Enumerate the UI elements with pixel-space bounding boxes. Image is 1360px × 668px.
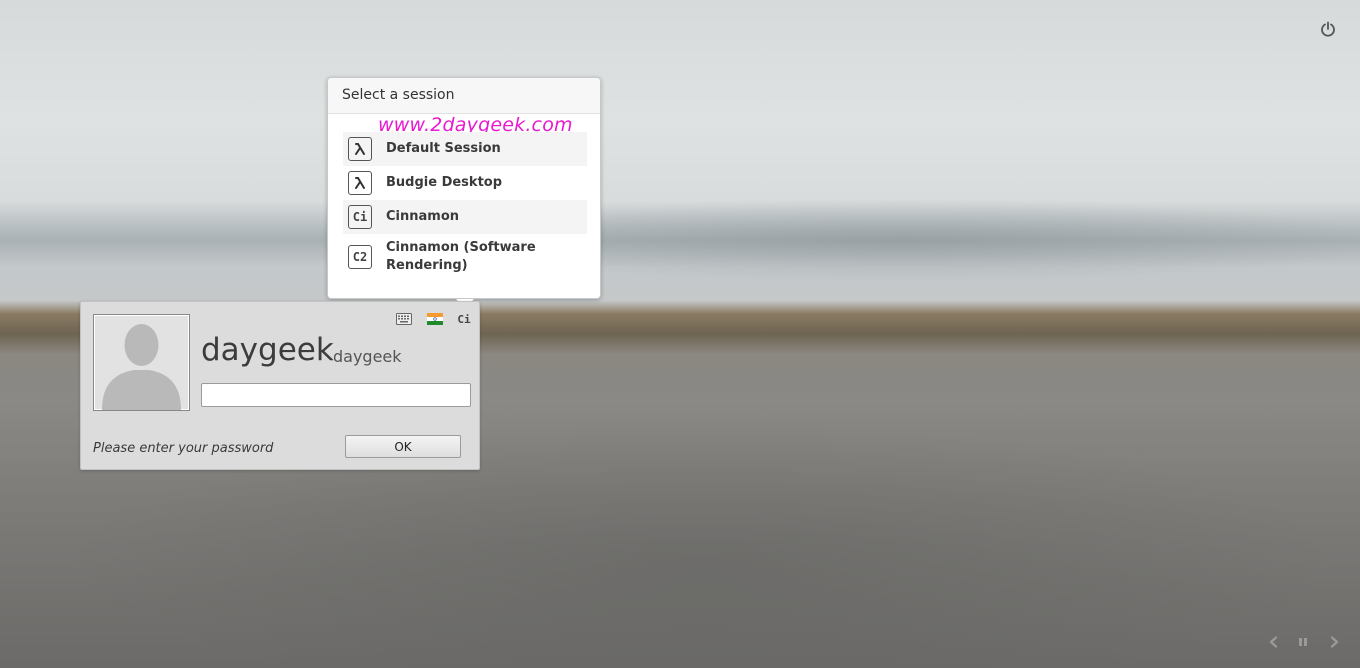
login-box: Ci daygeek daygeek Please enter your pas… <box>80 301 480 470</box>
session-item-default[interactable]: Default Session <box>343 132 587 166</box>
session-item-cinnamon-software[interactable]: C2 Cinnamon (Software Rendering) <box>343 234 587 280</box>
popup-title: Select a session <box>328 78 600 114</box>
session-label: Cinnamon <box>386 209 460 224</box>
next-button[interactable] <box>1326 634 1342 650</box>
session-label: Cinnamon (Software Rendering) <box>386 240 536 273</box>
cinnamon-icon: Ci <box>348 205 372 229</box>
session-label: Default Session <box>386 141 501 156</box>
keyboard-indicator[interactable] <box>395 311 413 327</box>
ok-button[interactable]: OK <box>345 435 461 458</box>
previous-button[interactable] <box>1266 634 1282 650</box>
power-button[interactable] <box>1318 19 1338 39</box>
power-icon <box>1321 21 1335 37</box>
pause-icon <box>1299 638 1307 646</box>
lambda-icon <box>348 137 372 161</box>
password-field[interactable] <box>201 383 471 407</box>
user-display-name: daygeek <box>201 332 334 368</box>
next-icon <box>1330 636 1339 648</box>
avatar <box>93 314 190 411</box>
language-indicator[interactable] <box>426 311 444 327</box>
cinnamon-software-icon: C2 <box>348 245 372 269</box>
session-item-budgie[interactable]: Budgie Desktop <box>343 166 587 200</box>
session-indicator-icon[interactable]: Ci <box>455 311 473 327</box>
previous-icon <box>1269 636 1278 648</box>
user-login-name: daygeek <box>333 347 402 366</box>
pause-button[interactable] <box>1295 634 1311 650</box>
india-flag-icon <box>427 313 443 325</box>
lambda-icon <box>348 171 372 195</box>
session-item-cinnamon[interactable]: Ci Cinnamon <box>343 200 587 234</box>
session-label: Budgie Desktop <box>386 175 503 190</box>
password-prompt: Please enter your password <box>93 441 274 456</box>
keyboard-icon <box>396 313 412 325</box>
user-silhouette-icon <box>102 324 181 410</box>
session-popup: Select a session www.2daygeek.com Defaul… <box>327 77 601 308</box>
